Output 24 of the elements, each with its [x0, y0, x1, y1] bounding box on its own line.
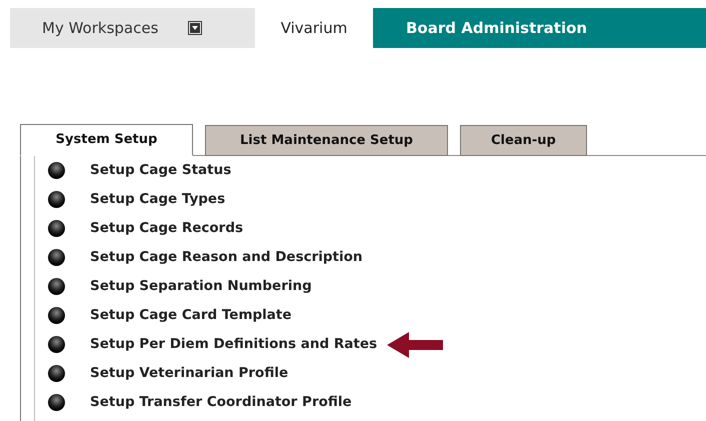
bullet-icon — [48, 307, 65, 324]
bullet-icon — [48, 394, 65, 411]
bullet-icon — [48, 365, 65, 382]
bullet-icon — [48, 220, 65, 237]
setup-link[interactable]: Setup Cage Records — [90, 218, 244, 239]
nav-tab[interactable]: Board Administration — [373, 8, 706, 48]
bullet-icon — [48, 162, 65, 179]
setup-link[interactable]: Setup Cage Card Template — [90, 305, 292, 326]
setup-link[interactable]: Setup Cage Status — [90, 160, 232, 181]
setup-link[interactable]: Setup Per Diem Definitions and Rates — [90, 334, 378, 355]
setup-link[interactable]: Setup Veterinarian Profile — [90, 363, 288, 384]
setup-link[interactable]: Setup Transfer Coordinator Profile — [90, 392, 352, 413]
setup-link[interactable]: Setup Cage Types — [90, 189, 226, 210]
nav-tab[interactable]: My Workspaces — [10, 8, 255, 48]
bullet-icon — [48, 278, 65, 295]
bullet-icon — [48, 336, 65, 353]
tab[interactable]: Clean-up — [460, 125, 587, 156]
tab[interactable]: List Maintenance Setup — [205, 125, 448, 156]
tab[interactable]: System Setup — [20, 124, 193, 156]
bullet-icon — [48, 191, 65, 208]
setup-link[interactable]: Setup Cage Reason and Description — [90, 247, 363, 268]
setup-link[interactable]: Setup Separation Numbering — [90, 276, 312, 297]
dropdown-icon[interactable] — [188, 21, 202, 35]
bullet-icon — [48, 249, 65, 266]
